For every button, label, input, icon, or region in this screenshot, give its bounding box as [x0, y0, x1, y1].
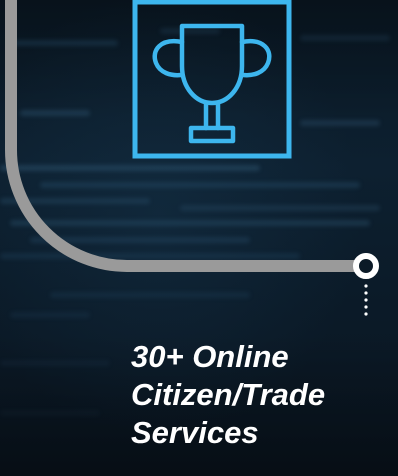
feature-panel: 30+ Online Citizen/Trade Services: [0, 0, 398, 476]
trophy-icon: [132, 0, 292, 159]
caption-line-3: Services: [131, 415, 259, 450]
caption-line-2: Citizen/Trade: [131, 377, 326, 412]
timeline-node: [353, 253, 379, 279]
timeline-dots: [364, 284, 368, 316]
caption-line-1: 30+ Online: [131, 339, 289, 374]
service-caption: 30+ Online Citizen/Trade Services: [131, 338, 398, 452]
